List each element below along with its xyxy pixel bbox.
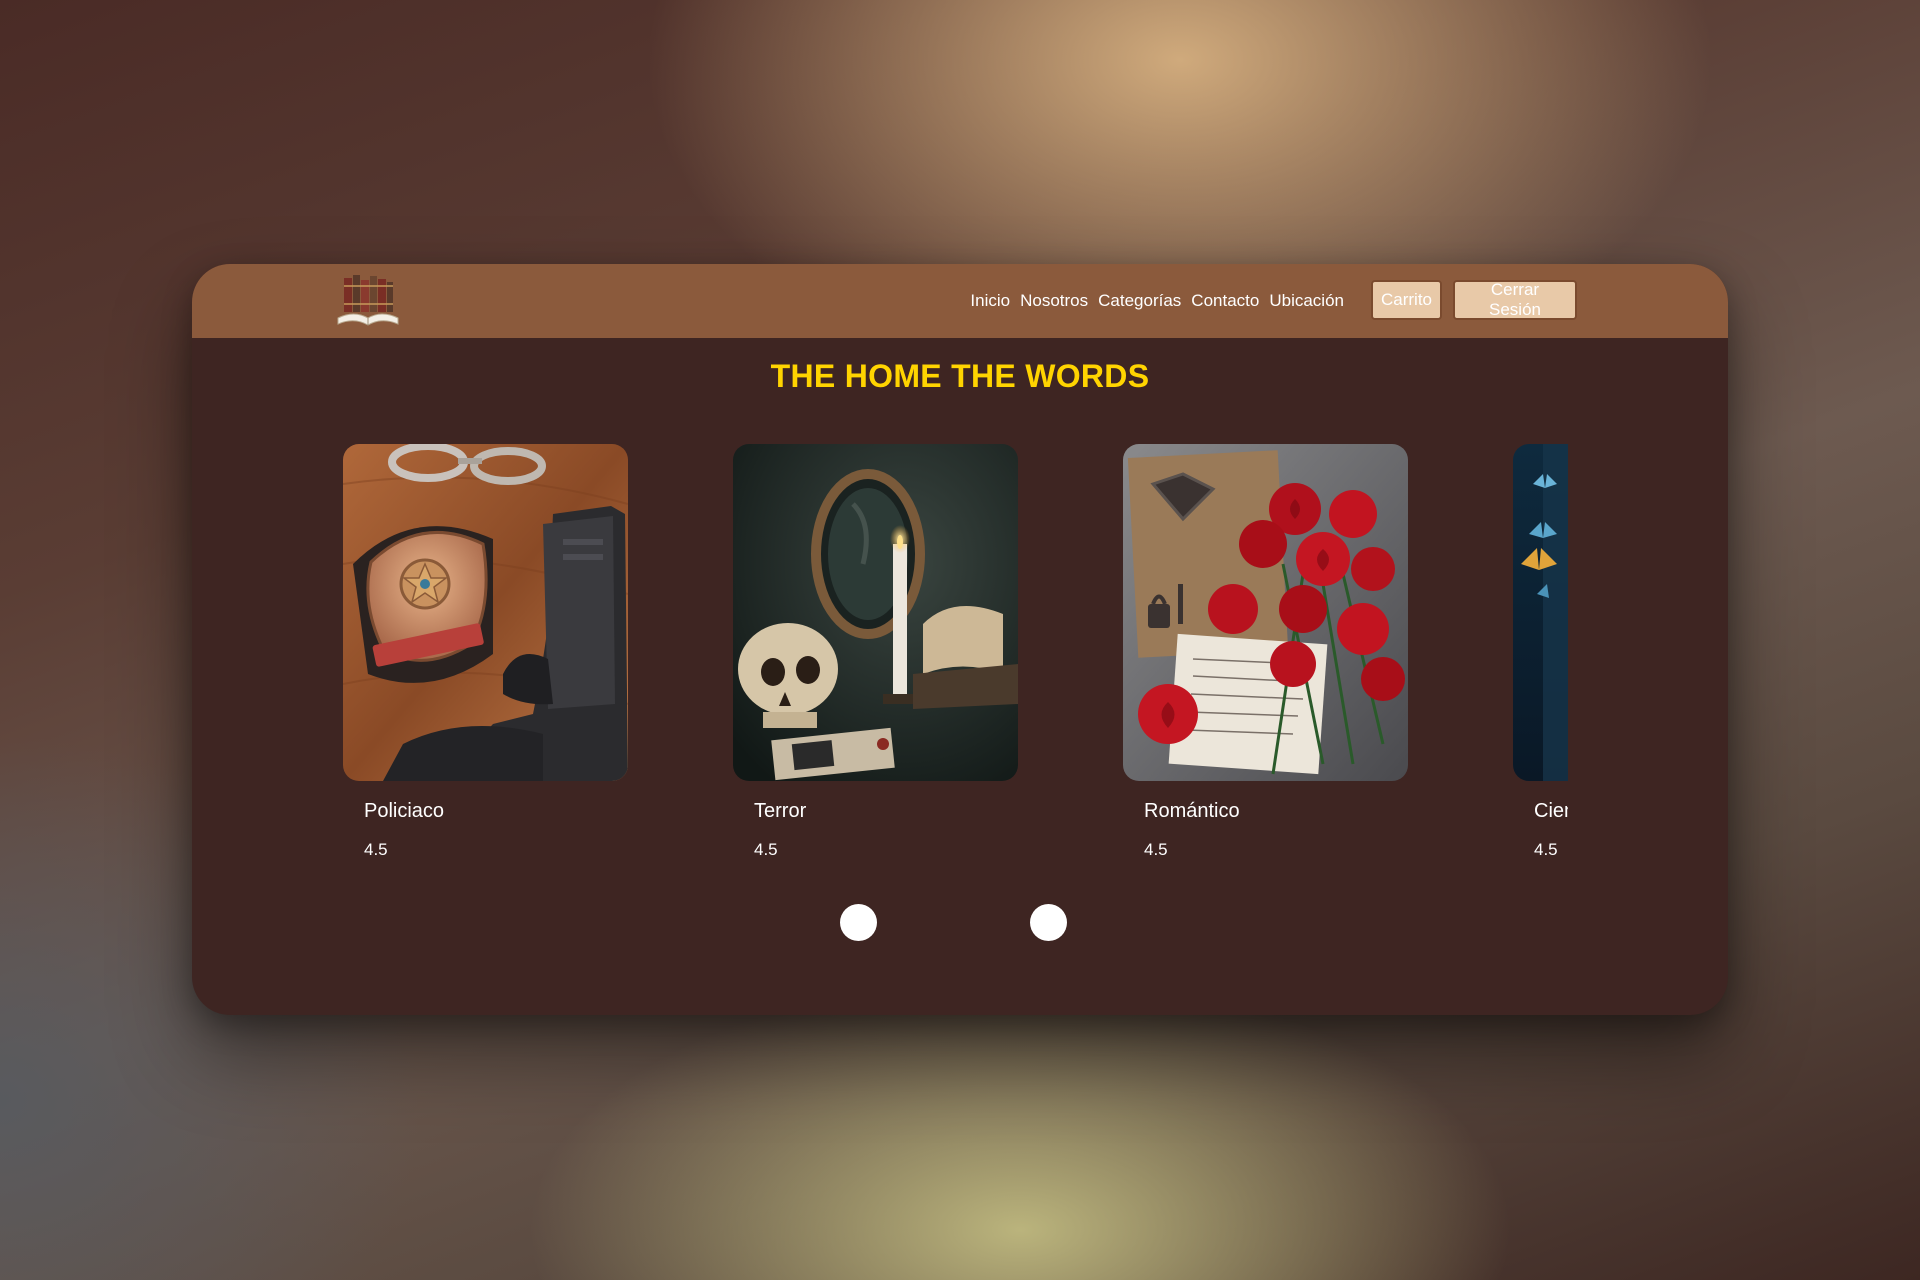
category-name: Terror [754, 800, 807, 822]
nav-buttons: Carrito Cerrar Sesión [1371, 280, 1577, 320]
category-name: Romántico [1144, 800, 1240, 822]
nav-link-contacto[interactable]: Contacto [1191, 291, 1259, 311]
butterflies-night-image[interactable] [1513, 444, 1568, 781]
category-name: Policiaco [364, 800, 445, 822]
category-card-ciencia[interactable]: Ciencia 4.5 [1513, 444, 1568, 859]
category-rating: 4.5 [364, 840, 388, 859]
nav-link-inicio[interactable]: Inicio [970, 291, 1010, 311]
category-rating: 4.5 [1144, 840, 1168, 859]
cart-button[interactable]: Carrito [1371, 280, 1442, 320]
navbar: Inicio Nosotros Categorías Contacto Ubic… [192, 264, 1728, 338]
nav-links: Inicio Nosotros Categorías Contacto Ubic… [970, 264, 1344, 338]
page-title: THE HOME THE WORDS [770, 358, 1150, 394]
carousel-pagination [840, 904, 1070, 944]
police-badge-pistol-image[interactable] [343, 444, 628, 781]
category-rating: 4.5 [754, 840, 778, 859]
category-carousel: Policiaco 4.5 Terror 4.5 Romántico 4.5 C… [343, 444, 1568, 944]
red-roses-letters-image[interactable] [1123, 444, 1408, 781]
carousel-dot-2[interactable] [1030, 904, 1067, 941]
category-card-terror[interactable]: Terror 4.5 [733, 444, 1018, 859]
skull-candle-mirror-image[interactable] [733, 444, 1018, 781]
nav-link-ubicacion[interactable]: Ubicación [1269, 291, 1344, 311]
logout-button[interactable]: Cerrar Sesión [1453, 280, 1577, 320]
nav-link-nosotros[interactable]: Nosotros [1020, 291, 1088, 311]
category-card-romantico[interactable]: Romántico 4.5 [1123, 444, 1408, 859]
category-card-policiaco[interactable]: Policiaco 4.5 [343, 444, 628, 859]
nav-link-categorias[interactable]: Categorías [1098, 291, 1181, 311]
category-rating: 4.5 [1534, 840, 1558, 859]
carousel-dot-1[interactable] [840, 904, 877, 941]
app-window: Inicio Nosotros Categorías Contacto Ubic… [192, 264, 1728, 1015]
books-logo-icon[interactable] [336, 272, 400, 330]
category-name: Ciencia [1534, 800, 1568, 822]
